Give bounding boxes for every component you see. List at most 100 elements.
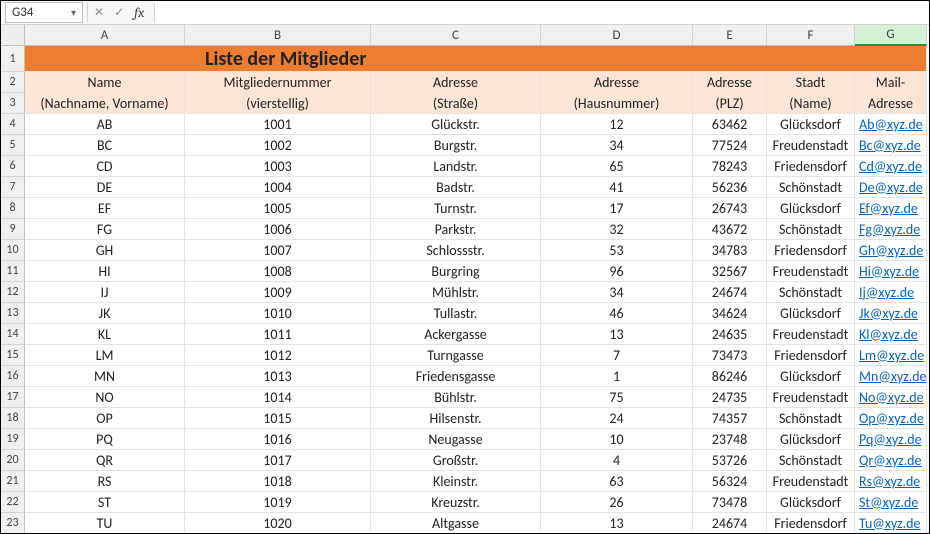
cell-member-number[interactable]: 1011: [185, 324, 371, 345]
cell-name[interactable]: IJ: [25, 282, 185, 303]
cell-street[interactable]: Kreuzstr.: [371, 492, 541, 513]
cell-member-number[interactable]: 1015: [185, 408, 371, 429]
cell-city[interactable]: Schönstadt: [767, 282, 855, 303]
cell-member-number[interactable]: 1020: [185, 513, 371, 534]
cell-member-number[interactable]: 1013: [185, 366, 371, 387]
row-header[interactable]: 14: [1, 324, 25, 345]
cell-name[interactable]: KL: [25, 324, 185, 345]
cell-house-number[interactable]: 34: [541, 282, 693, 303]
cell-street[interactable]: Turngasse: [371, 345, 541, 366]
cell-mail-link[interactable]: Pq@xyz.de: [855, 429, 927, 450]
cell-mail-link[interactable]: Cd@xyz.de: [855, 156, 927, 177]
cell-street[interactable]: Bühlstr.: [371, 387, 541, 408]
cell-name[interactable]: RS: [25, 471, 185, 492]
cell-street[interactable]: Altgasse: [371, 513, 541, 534]
cell-city[interactable]: Freudenstadt: [767, 135, 855, 156]
cell-city[interactable]: Glücksdorf: [767, 114, 855, 135]
row-header[interactable]: 9: [1, 219, 25, 240]
row-header[interactable]: 19: [1, 429, 25, 450]
cell-street[interactable]: Landstr.: [371, 156, 541, 177]
confirm-icon[interactable]: ✓: [114, 5, 124, 20]
cell-name[interactable]: LM: [25, 345, 185, 366]
cell-city[interactable]: Glücksdorf: [767, 429, 855, 450]
cell-name[interactable]: TU: [25, 513, 185, 534]
cell-name[interactable]: CD: [25, 156, 185, 177]
row-header[interactable]: 7: [1, 177, 25, 198]
row-header[interactable]: 11: [1, 261, 25, 282]
cell-plz[interactable]: 78243: [693, 156, 767, 177]
spreadsheet-grid[interactable]: ABCDEFG1Liste der Mitglieder2NameMitglie…: [1, 25, 929, 534]
cell-member-number[interactable]: 1001: [185, 114, 371, 135]
cell-house-number[interactable]: 75: [541, 387, 693, 408]
cell-name[interactable]: PQ: [25, 429, 185, 450]
cell-name[interactable]: EF: [25, 198, 185, 219]
cell-city[interactable]: Glücksdorf: [767, 303, 855, 324]
cell-city[interactable]: Friedensdorf: [767, 513, 855, 534]
cell-house-number[interactable]: 63: [541, 471, 693, 492]
cell-name[interactable]: FG: [25, 219, 185, 240]
cell-plz[interactable]: 23748: [693, 429, 767, 450]
cell-house-number[interactable]: 17: [541, 198, 693, 219]
cell-city[interactable]: Glücksdorf: [767, 492, 855, 513]
cell-house-number[interactable]: 41: [541, 177, 693, 198]
cell-street[interactable]: Burgring: [371, 261, 541, 282]
cell-plz[interactable]: 73478: [693, 492, 767, 513]
cell-mail-link[interactable]: Op@xyz.de: [855, 408, 927, 429]
cell-house-number[interactable]: 1: [541, 366, 693, 387]
cell-street[interactable]: Neugasse: [371, 429, 541, 450]
row-header[interactable]: 16: [1, 366, 25, 387]
cell-member-number[interactable]: 1012: [185, 345, 371, 366]
cell-street[interactable]: Hilsenstr.: [371, 408, 541, 429]
cell-street[interactable]: Schlossstr.: [371, 240, 541, 261]
cell-name[interactable]: JK: [25, 303, 185, 324]
cell-member-number[interactable]: 1002: [185, 135, 371, 156]
cell-plz[interactable]: 24735: [693, 387, 767, 408]
col-header-G[interactable]: G: [855, 25, 927, 46]
cell-name[interactable]: NO: [25, 387, 185, 408]
cell-member-number[interactable]: 1010: [185, 303, 371, 324]
cell-mail-link[interactable]: Bc@xyz.de: [855, 135, 927, 156]
cell-house-number[interactable]: 7: [541, 345, 693, 366]
cell-plz[interactable]: 63462: [693, 114, 767, 135]
cell-plz[interactable]: 26743: [693, 198, 767, 219]
cell-member-number[interactable]: 1016: [185, 429, 371, 450]
cell-member-number[interactable]: 1003: [185, 156, 371, 177]
cell-mail-link[interactable]: Hi@xyz.de: [855, 261, 927, 282]
cell-mail-link[interactable]: Mn@xyz.de: [855, 366, 927, 387]
chevron-down-icon[interactable]: ▾: [71, 6, 76, 19]
row-header[interactable]: 5: [1, 135, 25, 156]
cell-house-number[interactable]: 53: [541, 240, 693, 261]
cell-house-number[interactable]: 65: [541, 156, 693, 177]
cell-name[interactable]: DE: [25, 177, 185, 198]
cell-name[interactable]: AB: [25, 114, 185, 135]
cell-mail-link[interactable]: Kl@xyz.de: [855, 324, 927, 345]
cell-street[interactable]: Friedensgasse: [371, 366, 541, 387]
cell-plz[interactable]: 24674: [693, 513, 767, 534]
cell-mail-link[interactable]: St@xyz.de: [855, 492, 927, 513]
col-header-F[interactable]: F: [767, 25, 855, 46]
cell-mail-link[interactable]: No@xyz.de: [855, 387, 927, 408]
row-header[interactable]: 10: [1, 240, 25, 261]
cell-house-number[interactable]: 12: [541, 114, 693, 135]
cell-city[interactable]: Freudenstadt: [767, 261, 855, 282]
cell-mail-link[interactable]: Jk@xyz.de: [855, 303, 927, 324]
cell-mail-link[interactable]: Gh@xyz.de: [855, 240, 927, 261]
cell-name[interactable]: MN: [25, 366, 185, 387]
cell-mail-link[interactable]: Ab@xyz.de: [855, 114, 927, 135]
cell-house-number[interactable]: 26: [541, 492, 693, 513]
cell-street[interactable]: Parkstr.: [371, 219, 541, 240]
row-header[interactable]: 23: [1, 513, 25, 534]
row-header[interactable]: 13: [1, 303, 25, 324]
cell-city[interactable]: Freudenstadt: [767, 471, 855, 492]
cell-plz[interactable]: 43672: [693, 219, 767, 240]
row-header[interactable]: 6: [1, 156, 25, 177]
cell-house-number[interactable]: 34: [541, 135, 693, 156]
cell-member-number[interactable]: 1017: [185, 450, 371, 471]
cell-member-number[interactable]: 1014: [185, 387, 371, 408]
cell-member-number[interactable]: 1019: [185, 492, 371, 513]
cell-mail-link[interactable]: Tu@xyz.de: [855, 513, 927, 534]
cell-name[interactable]: QR: [25, 450, 185, 471]
cell-city[interactable]: Friedensdorf: [767, 156, 855, 177]
cell-street[interactable]: Turnstr.: [371, 198, 541, 219]
cell-house-number[interactable]: 4: [541, 450, 693, 471]
